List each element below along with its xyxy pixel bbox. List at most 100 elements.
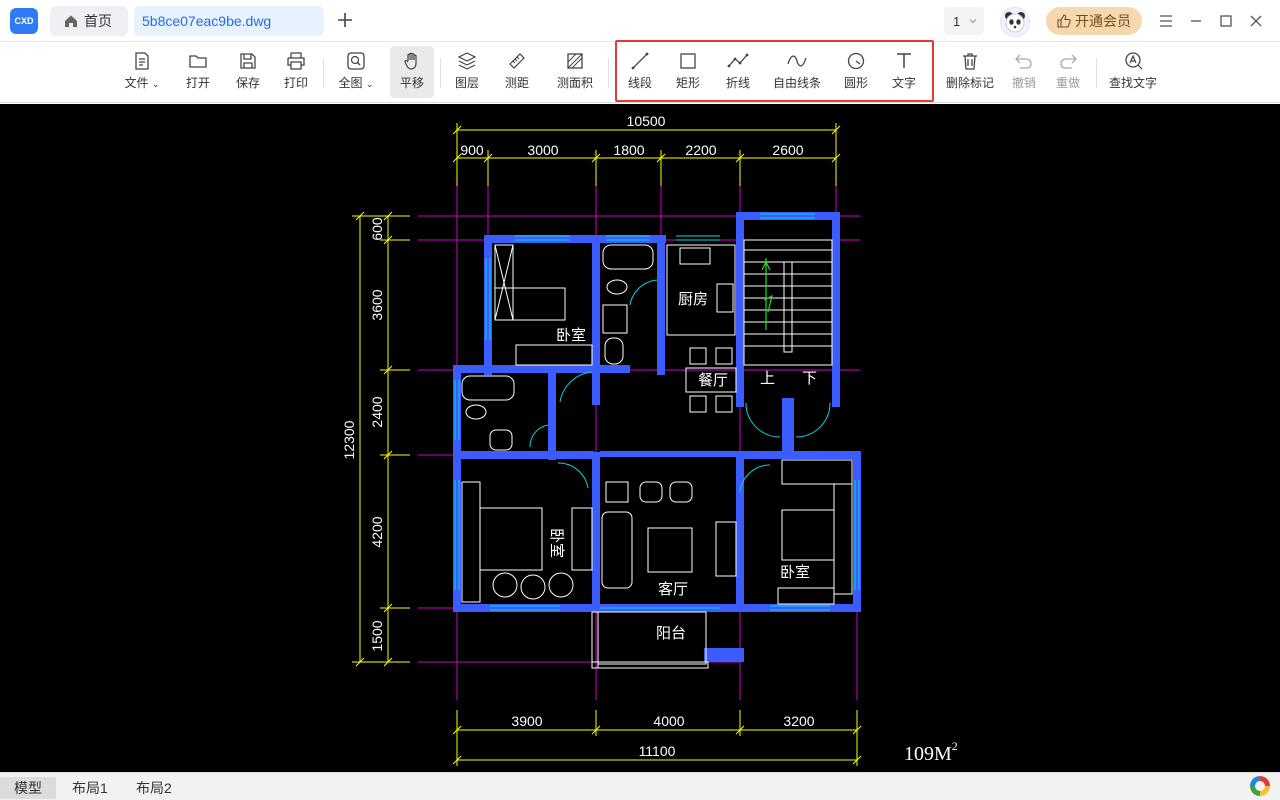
svg-text:109M2: 109M2 (904, 739, 958, 765)
file-menu-label: 文件 (124, 76, 149, 90)
annotation-tools-highlight (615, 40, 934, 102)
plus-icon (338, 13, 352, 27)
label-kitchen: 厨房 (678, 291, 708, 308)
zoom-extents-icon (347, 52, 365, 70)
label-bedroom-3: 卧室 (780, 564, 810, 581)
folder-open-icon (189, 55, 207, 68)
separator (323, 58, 324, 88)
dim-bottom-1: 3900 (511, 713, 542, 729)
floor-plan-drawing: 10500 900 3000 1800 2200 2600 12300 600 … (341, 113, 958, 766)
page-number: 1 (953, 13, 961, 29)
menu-button[interactable] (1156, 11, 1176, 31)
separator (1096, 58, 1097, 88)
bottom-dimension-labels: 3900 4000 3200 11100 (511, 713, 814, 759)
dim-left-5: 1500 (369, 620, 385, 651)
dim-top-total: 10500 (627, 113, 666, 129)
dim-top-5: 2600 (772, 142, 803, 158)
pan-button[interactable]: 平移 (390, 46, 434, 98)
undo-label: 撤销 (1011, 76, 1036, 90)
dim-left-4: 4200 (369, 516, 385, 547)
measure-area-button[interactable]: 测面积 (552, 46, 598, 98)
app-logo: CXD (10, 8, 38, 34)
print-button[interactable]: 打印 (274, 46, 318, 98)
dim-top-2: 3000 (527, 142, 558, 158)
label-bedroom-1: 卧室 (556, 327, 586, 344)
tab-file-label: 5b8ce07eac9be.dwg (142, 13, 272, 29)
delete-marks-button[interactable]: 删除标记 (944, 46, 996, 98)
tab-layout-1[interactable]: 布局1 (58, 777, 122, 799)
area-superscript: 2 (952, 739, 958, 753)
maximize-button[interactable] (1216, 11, 1236, 31)
tab-file[interactable]: 5b8ce07eac9be.dwg (134, 6, 324, 36)
label-bedroom-2: 卧室 (548, 528, 565, 558)
layers-icon (457, 52, 477, 70)
tab-layout-2[interactable]: 布局2 (122, 777, 186, 799)
layers-button[interactable]: 图层 (446, 46, 488, 98)
save-label: 保存 (235, 76, 260, 90)
dim-left-total: 12300 (341, 420, 357, 459)
vip-label: 开通会员 (1075, 13, 1131, 29)
area-label: 109M2 (904, 739, 958, 765)
open-button[interactable]: 打开 (176, 46, 220, 98)
hamburger-icon (1160, 15, 1172, 27)
tab-model[interactable]: 模型 (0, 777, 56, 799)
trash-icon (963, 53, 977, 70)
save-button[interactable]: 保存 (226, 46, 270, 98)
left-dimensions (352, 211, 410, 667)
dim-top-1: 900 (460, 142, 484, 158)
close-button[interactable] (1246, 11, 1266, 31)
delete-marks-label: 删除标记 (945, 76, 994, 90)
find-text-icon (1125, 52, 1143, 70)
minimize-button[interactable] (1186, 11, 1206, 31)
left-dimension-labels: 12300 600 3600 2400 4200 1500 (341, 217, 385, 651)
dim-bottom-2: 4000 (653, 713, 684, 729)
label-up: 上 (760, 370, 775, 387)
page-select[interactable]: 1 (944, 7, 984, 35)
file-menu-button[interactable]: 文件 ⌄ (118, 46, 166, 98)
tab-home[interactable]: 首页 (50, 6, 128, 36)
drawing-canvas[interactable]: 10500 900 3000 1800 2200 2600 12300 600 … (0, 104, 1280, 772)
separator (440, 58, 441, 88)
area-icon (567, 53, 583, 69)
new-tab-button[interactable] (334, 9, 356, 31)
room-labels: 卧室 厨房 餐厅 上 下 卧室 客厅 卧室 阳台 (548, 291, 817, 642)
print-label: 打印 (283, 76, 308, 90)
hand-icon (404, 52, 417, 70)
label-living: 客厅 (658, 581, 688, 598)
label-dining: 餐厅 (698, 372, 728, 389)
tab-home-label: 首页 (84, 13, 112, 29)
minimize-icon (1191, 20, 1201, 22)
user-avatar[interactable] (1000, 7, 1030, 37)
dim-top-3: 1800 (613, 142, 644, 158)
vip-button[interactable]: 开通会员 (1046, 7, 1142, 35)
fullview-button[interactable]: 全图 ⌄ (332, 46, 380, 98)
undo-button[interactable]: 撤销 (1006, 46, 1042, 98)
panda-avatar-icon (1005, 12, 1025, 33)
find-text-label: 查找文字 (1108, 76, 1157, 90)
redo-button[interactable]: 重做 (1050, 46, 1086, 98)
chevron-down-icon: ⌄ (365, 79, 374, 89)
dim-left-2: 3600 (369, 289, 385, 320)
home-icon (65, 15, 77, 27)
measure-distance-label: 测距 (504, 76, 529, 90)
measure-area-label: 测面积 (556, 76, 593, 90)
area-value: 109M (904, 743, 952, 765)
dim-top-4: 2200 (685, 142, 716, 158)
app-corner-logo-icon (1250, 776, 1270, 796)
label-balcony: 阳台 (656, 625, 686, 642)
measure-distance-button[interactable]: 测距 (496, 46, 538, 98)
fullview-label: 全图 (338, 76, 363, 90)
file-icon (135, 52, 149, 70)
title-bar: CXD 首页 5b8ce07eac9be.dwg 1 开通会员 (0, 0, 1280, 42)
app-logo-text: CXD (14, 16, 34, 26)
dim-left-1: 600 (369, 217, 385, 241)
undo-icon (1015, 54, 1032, 69)
printer-icon (287, 52, 305, 70)
redo-icon (1060, 54, 1077, 69)
find-text-button[interactable]: 查找文字 (1106, 46, 1160, 98)
separator (608, 58, 609, 88)
thumbs-up-icon (1057, 14, 1071, 28)
dim-bottom-3: 3200 (783, 713, 814, 729)
redo-label: 重做 (1055, 76, 1080, 90)
dim-left-3: 2400 (369, 396, 385, 427)
